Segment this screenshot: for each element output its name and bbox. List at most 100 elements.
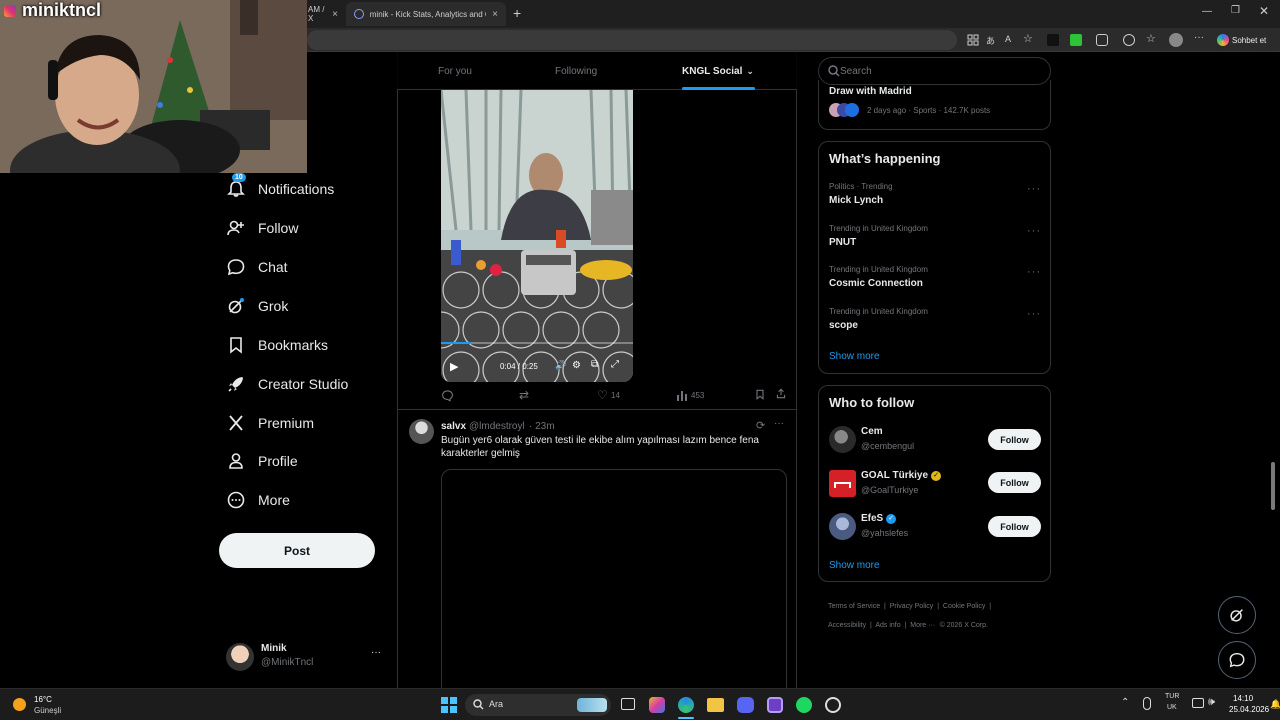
follow-button[interactable]: Follow <box>988 429 1041 450</box>
grok-explain-icon[interactable]: ⟳ <box>756 419 765 432</box>
obs-icon[interactable] <box>825 697 841 713</box>
display-icon[interactable] <box>1192 698 1204 708</box>
post-button[interactable]: Post <box>219 533 375 568</box>
search-input[interactable] <box>840 63 1040 79</box>
like-icon[interactable]: ♡ <box>597 388 608 402</box>
messages-float-button[interactable] <box>1218 641 1256 679</box>
nav-follow[interactable]: Follow <box>226 215 298 241</box>
microphone-icon[interactable] <box>1143 697 1151 710</box>
tab-following[interactable]: Following <box>555 52 597 90</box>
nav-creator-studio[interactable]: Creator Studio <box>226 371 348 397</box>
trend-item[interactable]: Trending in United Kingdom scope ··· <box>819 305 1050 343</box>
address-field[interactable] <box>307 30 957 50</box>
taskbar-search[interactable]: Ara <box>465 694 611 716</box>
nav-bookmarks[interactable]: Bookmarks <box>226 332 328 358</box>
maximize-icon[interactable]: ❐ <box>1231 5 1240 16</box>
chevron-up-icon[interactable]: ⌃ <box>1121 697 1129 708</box>
window-close-icon[interactable]: ✕ <box>1259 4 1269 18</box>
account-menu-icon[interactable]: ··· <box>371 647 381 658</box>
trend-menu-icon[interactable]: ··· <box>1027 225 1041 237</box>
footer-link[interactable]: Ads info <box>875 622 900 629</box>
follow-button[interactable]: Follow <box>988 472 1041 493</box>
extension-puzzle-icon[interactable] <box>1096 34 1108 46</box>
text-post[interactable]: salvx @lmdestroyl · 23m ⟳ ··· Bugün yer6… <box>398 411 796 688</box>
footer-link[interactable]: Privacy Policy <box>890 603 934 610</box>
page-scrollbar[interactable] <box>1270 56 1276 686</box>
post-author-name[interactable]: salvx <box>441 421 466 432</box>
extension-icon[interactable] <box>1047 34 1059 46</box>
play-icon[interactable]: ▶ <box>450 360 458 373</box>
grok-float-button[interactable] <box>1218 596 1256 634</box>
picture-in-picture-icon[interactable]: ⧉ <box>591 359 598 370</box>
favorite-star-icon[interactable]: ☆ <box>1023 32 1035 45</box>
reply-icon[interactable] <box>441 389 454 402</box>
browser-tab-active[interactable]: minik - Kick Stats, Analytics and C × <box>346 2 506 26</box>
footer-link[interactable]: Accessibility <box>828 622 866 629</box>
bookmark-icon[interactable] <box>754 388 766 401</box>
nav-notifications[interactable]: 10 Notifications <box>226 173 334 202</box>
trend-item[interactable]: Trending in United Kingdom Cosmic Connec… <box>819 263 1050 301</box>
clock-time[interactable]: 14:10 <box>1233 694 1253 703</box>
trend-item[interactable]: Trending in United Kingdom PNUT ··· <box>819 222 1050 260</box>
volume-icon[interactable]: 🔊 <box>555 360 566 371</box>
post-avatar[interactable] <box>409 419 434 444</box>
windows-start-icon[interactable] <box>441 697 457 713</box>
video-progress-track[interactable] <box>441 342 633 344</box>
post-menu-icon[interactable]: ··· <box>774 418 784 429</box>
video-player[interactable]: ▶ 0:04 / 0:25 🔊 ⚙ ⧉ ⤢ <box>441 90 633 382</box>
spotify-icon[interactable] <box>796 697 812 713</box>
copilot-app-icon[interactable] <box>649 697 665 713</box>
volume-icon[interactable]: 🕪 <box>1208 696 1215 709</box>
footer-link[interactable]: Terms of Service <box>828 603 880 610</box>
repost-icon[interactable]: ⇄ <box>519 388 529 402</box>
footer-link[interactable]: Cookie Policy <box>943 603 985 610</box>
share-icon[interactable] <box>775 387 787 400</box>
extensions-icon[interactable] <box>1123 34 1135 46</box>
views-icon[interactable] <box>676 389 688 401</box>
language-top[interactable]: TUR <box>1165 693 1179 700</box>
fullscreen-icon[interactable]: ⤢ <box>611 359 619 370</box>
post-media[interactable] <box>441 469 787 688</box>
app-icon[interactable] <box>767 697 783 713</box>
footer-link[interactable]: More ··· <box>910 622 935 629</box>
nav-premium[interactable]: Premium <box>226 410 314 436</box>
post-author-handle[interactable]: @lmdestroyl <box>469 421 525 432</box>
apps-icon[interactable] <box>967 34 979 46</box>
nav-more[interactable]: More <box>226 487 290 513</box>
profile-avatar-icon[interactable] <box>1169 33 1183 47</box>
browser-menu-icon[interactable]: ··· <box>1194 32 1206 44</box>
trend-item[interactable]: Politics · Trending Mick Lynch ··· <box>819 180 1050 218</box>
tab-kngl-social[interactable]: KNGL Social ⌄ <box>682 52 754 90</box>
copilot-chat-button[interactable]: Sohbet et <box>1214 31 1273 49</box>
minimize-icon[interactable]: — <box>1202 6 1212 17</box>
follow-button[interactable]: Follow <box>988 516 1041 537</box>
settings-icon[interactable]: ⚙ <box>572 360 581 371</box>
tab-for-you[interactable]: For you <box>438 52 472 90</box>
edge-icon[interactable] <box>678 697 694 713</box>
nav-chat[interactable]: Chat <box>226 254 288 280</box>
account-switcher[interactable]: Minik @MinikTncl ··· <box>226 641 396 673</box>
scrollbar-thumb[interactable] <box>1271 462 1275 510</box>
show-more-follow-link[interactable]: Show more <box>829 560 880 571</box>
close-tab-icon[interactable]: × <box>492 9 498 20</box>
post-time[interactable]: · 23m <box>529 421 555 432</box>
trend-menu-icon[interactable]: ··· <box>1027 266 1041 278</box>
weather-temp[interactable]: 16°C <box>34 695 52 704</box>
trend-menu-icon[interactable]: ··· <box>1027 308 1041 320</box>
file-explorer-icon[interactable] <box>707 698 724 712</box>
new-tab-button[interactable]: + <box>513 5 521 21</box>
read-aloud-icon[interactable]: A <box>1005 34 1017 46</box>
translate-icon[interactable]: あ <box>986 34 998 46</box>
nav-profile[interactable]: Profile <box>226 448 298 474</box>
task-view-icon[interactable] <box>621 698 635 710</box>
favorites-icon[interactable]: ☆ <box>1146 32 1158 45</box>
extension-green-icon[interactable] <box>1070 34 1082 46</box>
close-tab-icon[interactable]: × <box>332 9 338 20</box>
video-post[interactable]: ▶ 0:04 / 0:25 🔊 ⚙ ⧉ ⤢ ⇄ ♡ 14 453 <box>398 90 796 410</box>
trend-menu-icon[interactable]: ··· <box>1027 183 1041 195</box>
weather-desc[interactable]: Güneşli <box>34 706 61 715</box>
language-bottom[interactable]: UK <box>1167 704 1177 711</box>
nav-grok[interactable]: Grok <box>226 293 288 319</box>
clock-date[interactable]: 25.04.2026 <box>1229 705 1269 714</box>
notification-bell-icon[interactable]: 🔔 <box>1270 699 1280 710</box>
